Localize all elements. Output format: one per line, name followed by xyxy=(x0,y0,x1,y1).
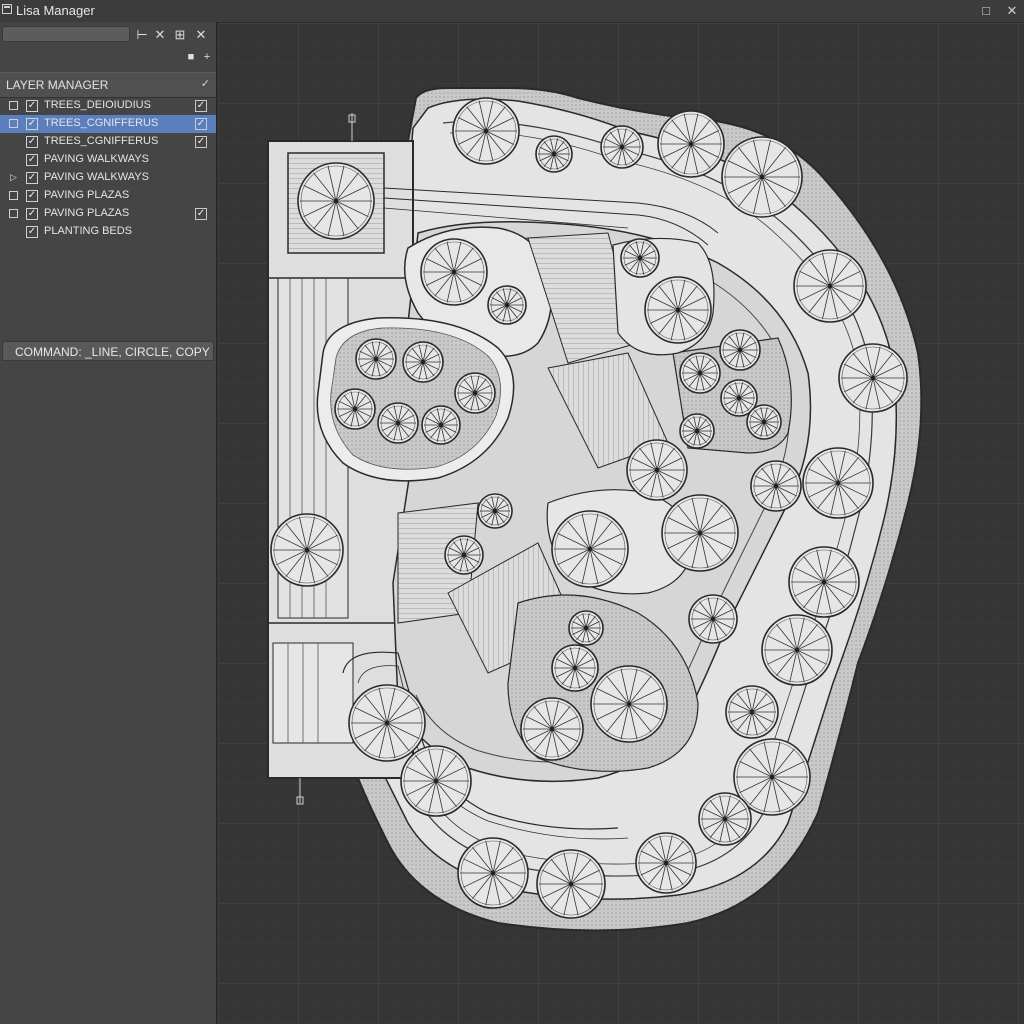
dock-icon[interactable]: ⊞ xyxy=(172,26,188,44)
tree-symbol xyxy=(725,685,779,739)
layer-item[interactable]: ✓ TREES_DEIOIUDIUS ✓ xyxy=(0,97,216,115)
tree-symbol xyxy=(421,405,461,445)
command-text: COMMAND: _LINE, CIRCLE, COPY xyxy=(15,345,210,359)
layer-name: PAVING PLAZAS xyxy=(44,189,130,201)
layer-name: TREES_DEIOIUDIUS xyxy=(44,99,151,111)
layer-toggle-icon[interactable] xyxy=(9,119,18,128)
tree-symbol xyxy=(297,162,375,240)
tree-symbol xyxy=(620,238,660,278)
layer-visibility-checkbox[interactable]: ✓ xyxy=(26,190,38,202)
layer-visibility-checkbox[interactable]: ✓ xyxy=(26,208,38,220)
tree-symbol xyxy=(487,285,527,325)
tree-symbol xyxy=(698,792,752,846)
panel-close-icon[interactable]: ✕ xyxy=(193,26,209,44)
header-check-icon[interactable]: ✓ xyxy=(201,77,210,90)
layer-item[interactable]: ✓ PAVING WALKWAYS xyxy=(0,151,216,169)
app-icon xyxy=(2,4,12,14)
tree-symbol xyxy=(355,338,397,380)
tree-symbol xyxy=(520,697,584,761)
layer-toggle-icon[interactable] xyxy=(9,209,18,218)
window-title: Lisa Manager xyxy=(16,3,95,18)
layer-search-input[interactable] xyxy=(2,26,130,42)
close-button[interactable]: ✕ xyxy=(1002,1,1022,21)
layer-name: PAVING WALKWAYS xyxy=(44,171,149,183)
tree-symbol xyxy=(679,413,715,449)
tree-symbol xyxy=(626,439,688,501)
tree-symbol xyxy=(270,513,344,587)
layer-manager-header[interactable]: LAYER MANAGER ✓ xyxy=(0,72,216,98)
layer-toggle-icon[interactable] xyxy=(9,191,18,200)
layer-manager-panel: ⊢ ✕ ⊞ ✕ ■ + LAYER MANAGER ✓ ✓ TREES_DEIOI… xyxy=(0,22,218,1024)
tree-symbol xyxy=(454,372,496,414)
layer-name: PLANTING BEDS xyxy=(44,225,133,237)
command-line[interactable]: COMMAND: _LINE, CIRCLE, COPY xyxy=(2,341,214,361)
tree-symbol xyxy=(750,460,802,512)
panel-toolbar: ⊢ ✕ ⊞ ✕ xyxy=(0,24,216,46)
tree-symbol xyxy=(457,837,529,909)
new-layer-icon[interactable]: ■ xyxy=(184,50,198,64)
tree-symbol xyxy=(377,402,419,444)
tree-symbol xyxy=(688,594,738,644)
tree-symbol xyxy=(477,493,513,529)
layer-visibility-checkbox[interactable]: ✓ xyxy=(26,136,38,148)
tree-symbol xyxy=(719,329,761,371)
pin-icon[interactable]: ⊢ xyxy=(134,26,150,44)
layer-manager-title: LAYER MANAGER xyxy=(6,78,109,92)
title-bar: Lisa Manager □ ✕ xyxy=(0,0,1024,23)
layer-name: TREES_CGNIFFERUS xyxy=(44,117,159,129)
tree-symbol xyxy=(444,535,484,575)
tree-symbol xyxy=(536,849,606,919)
tree-symbol xyxy=(452,97,520,165)
tree-symbol xyxy=(334,388,376,430)
layer-item[interactable]: ✓ TREES_CGNIFFERUS ✓ xyxy=(0,115,216,133)
layer-list: ✓ TREES_DEIOIUDIUS ✓ ✓ TREES_CGNIFFERUS ✓ ✓ TRE… xyxy=(0,97,216,241)
tree-symbol xyxy=(551,644,599,692)
restore-button[interactable]: □ xyxy=(976,1,996,21)
layer-item[interactable]: ✓ PAVING PLAZAS ✓ xyxy=(0,205,216,223)
layer-visibility-checkbox[interactable]: ✓ xyxy=(26,100,38,112)
tree-symbol xyxy=(679,352,721,394)
tree-symbol xyxy=(600,125,644,169)
tree-symbol xyxy=(568,610,604,646)
tree-symbol xyxy=(590,665,668,743)
layer-lock-checkbox[interactable]: ✓ xyxy=(195,136,207,148)
layer-visibility-checkbox[interactable]: ✓ xyxy=(26,226,38,238)
tree-symbol xyxy=(761,614,833,686)
drawing-canvas[interactable] xyxy=(218,23,1024,1024)
layer-visibility-checkbox[interactable]: ✓ xyxy=(26,154,38,166)
tree-symbol xyxy=(788,546,860,618)
layer-name: PAVING PLAZAS xyxy=(44,207,130,219)
layer-visibility-checkbox[interactable]: ✓ xyxy=(26,118,38,130)
tree-symbol xyxy=(402,341,444,383)
tree-symbol xyxy=(400,745,472,817)
layer-toggle-icon[interactable] xyxy=(9,101,18,110)
layer-name: TREES_CGNIFFERUS xyxy=(44,135,159,147)
layer-item[interactable]: ✓ TREES_CGNIFFERUS ✓ xyxy=(0,133,216,151)
layer-lock-checkbox[interactable]: ✓ xyxy=(195,100,207,112)
tree-symbol xyxy=(635,832,697,894)
tree-symbol xyxy=(838,343,908,413)
tree-symbol xyxy=(746,404,782,440)
site-plan-drawing xyxy=(267,87,923,932)
tree-symbol xyxy=(420,238,488,306)
tree-symbol xyxy=(535,135,573,173)
expand-arrow-icon[interactable]: ▷ xyxy=(9,173,18,182)
tree-symbol xyxy=(657,110,725,178)
layer-item[interactable]: ✓ PAVING PLAZAS xyxy=(0,187,216,205)
layer-item[interactable]: ✓ PLANTING BEDS xyxy=(0,223,216,241)
tree-symbol xyxy=(644,276,712,344)
cut-icon[interactable]: ✕ xyxy=(152,26,168,44)
tree-symbol xyxy=(661,494,739,572)
tree-symbol xyxy=(348,684,426,762)
layer-visibility-checkbox[interactable]: ✓ xyxy=(26,172,38,184)
add-layer-icon[interactable]: + xyxy=(200,50,214,64)
tree-symbol xyxy=(793,249,867,323)
layer-lock-checkbox[interactable]: ✓ xyxy=(195,118,207,130)
tree-symbol xyxy=(802,447,874,519)
layer-name: PAVING WALKWAYS xyxy=(44,153,149,165)
tree-symbol xyxy=(551,510,629,588)
tree-symbol xyxy=(721,136,803,218)
layer-lock-checkbox[interactable]: ✓ xyxy=(195,208,207,220)
layer-item[interactable]: ▷ ✓ PAVING WALKWAYS xyxy=(0,169,216,187)
